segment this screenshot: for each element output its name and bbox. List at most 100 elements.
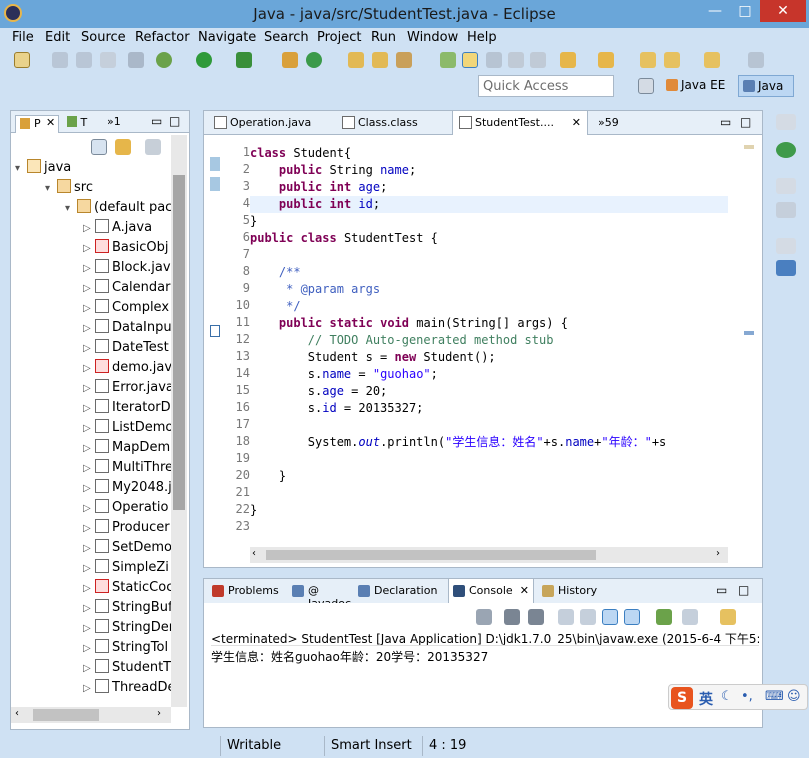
tab-overflow[interactable]: »1 [107, 115, 121, 128]
tree-item[interactable]: ▷ Calendar [83, 279, 170, 299]
console-tab[interactable]: History [538, 579, 608, 603]
collapsed-arrow-icon[interactable]: ▷ [83, 463, 95, 474]
restore-icon[interactable] [776, 114, 796, 130]
menu-edit[interactable]: Edit [45, 30, 70, 45]
editor-tab[interactable]: StudentTest.... ✕ [452, 111, 588, 135]
scroll-thumb[interactable] [173, 175, 185, 510]
restore-icon[interactable] [776, 238, 796, 254]
terminate-icon[interactable] [476, 609, 492, 625]
tree-item[interactable]: ▷ Operatio [83, 499, 168, 519]
tree-item[interactable]: ▷ StringDer [83, 619, 171, 639]
overview-marker[interactable] [744, 331, 754, 335]
show-whitespace-icon[interactable] [508, 52, 524, 68]
task-marker-icon[interactable] [210, 325, 220, 337]
maximize-view-icon[interactable]: □ [169, 114, 180, 128]
external-tools-icon[interactable] [236, 52, 252, 68]
collapsed-arrow-icon[interactable]: ▷ [83, 503, 95, 514]
expanded-arrow-icon[interactable]: ▾ [15, 163, 27, 174]
task-list-icon[interactable] [776, 202, 796, 218]
forward-icon[interactable] [704, 52, 720, 68]
tree-item[interactable]: ▷ Producer [83, 519, 170, 539]
explorer-horizontal-scrollbar[interactable]: ‹ › [11, 707, 171, 723]
scroll-thumb[interactable] [33, 709, 99, 721]
collapsed-arrow-icon[interactable]: ▷ [83, 383, 95, 394]
sogou-logo-icon[interactable]: S [671, 687, 693, 709]
maximize-view-icon[interactable]: □ [740, 115, 751, 129]
tree-item[interactable]: ▷ StringBuf [83, 599, 171, 619]
tree-item[interactable]: ▷ A.java [83, 219, 152, 239]
quick-access-input[interactable]: Quick Access [478, 75, 614, 97]
console-output[interactable]: 学生信息：姓名guohao年龄：20学号：20135327 [211, 648, 759, 665]
scroll-thumb[interactable] [266, 550, 596, 560]
collapsed-arrow-icon[interactable]: ▷ [83, 403, 95, 414]
chevron-right-icon[interactable]: › [716, 548, 720, 559]
code-area[interactable]: class Student{ public String name; publi… [250, 137, 728, 547]
prev-annotation-icon[interactable] [598, 52, 614, 68]
restore-icon[interactable] [776, 178, 796, 194]
highlight-icon[interactable] [462, 52, 478, 68]
tree-item[interactable]: ▷ BasicObj [83, 239, 169, 259]
scroll-lock-icon[interactable] [580, 609, 596, 625]
tree-item[interactable]: ▷ DataInpu [83, 319, 171, 339]
tree-item[interactable]: ▷ Error.java [83, 379, 171, 399]
debug-icon[interactable] [156, 52, 172, 68]
tree-item[interactable]: ▷ StringTol [83, 639, 168, 659]
menu-search[interactable]: Search [264, 30, 309, 45]
close-icon[interactable]: ✕ [520, 584, 529, 597]
outline-icon[interactable] [776, 142, 796, 158]
tree-item[interactable]: ▷ StaticCoc [83, 579, 171, 599]
menu-window[interactable]: Window [407, 30, 458, 45]
toggle-mark-icon[interactable] [440, 52, 456, 68]
maximize-view-icon[interactable]: □ [738, 583, 749, 597]
tree-item[interactable]: ▷ SimpleZi [83, 559, 169, 579]
collapsed-arrow-icon[interactable]: ▷ [83, 363, 95, 374]
open-perspective-icon[interactable] [638, 78, 654, 94]
tree-item[interactable]: ▷ StudentT [83, 659, 171, 679]
collapsed-arrow-icon[interactable]: ▷ [83, 563, 95, 574]
last-edit-icon[interactable] [640, 52, 656, 68]
tree-item[interactable]: ▷ Complex [83, 299, 169, 319]
collapsed-arrow-icon[interactable]: ▷ [83, 683, 95, 694]
collapsed-arrow-icon[interactable]: ▷ [83, 443, 95, 454]
skip-breakpoints-icon[interactable] [128, 52, 144, 68]
console-tab[interactable]: @ Javadoc [288, 579, 352, 610]
open-type-icon[interactable] [348, 52, 364, 68]
keyboard-icon[interactable]: ⌨ [765, 689, 784, 704]
save-all-icon[interactable] [76, 52, 92, 68]
tree-item[interactable]: ▷ MapDem [83, 439, 170, 459]
collapsed-arrow-icon[interactable]: ▷ [83, 243, 95, 254]
tree-item[interactable]: ▷ MultiThre [83, 459, 171, 479]
expanded-arrow-icon[interactable]: ▾ [45, 183, 57, 194]
overview-marker[interactable] [744, 145, 754, 149]
collapsed-arrow-icon[interactable]: ▷ [83, 543, 95, 554]
pin-console-icon[interactable] [656, 609, 672, 625]
editor-tab[interactable]: Operation.java [208, 111, 332, 135]
tree-item[interactable]: ▾ src [45, 179, 93, 199]
menu-source[interactable]: Source [81, 30, 126, 45]
punctuation-icon[interactable]: •, [741, 689, 753, 704]
block-selection-icon[interactable] [486, 52, 502, 68]
menu-navigate[interactable]: Navigate [198, 30, 256, 45]
console-tab[interactable]: Console ✕ [448, 579, 534, 603]
user-icon[interactable]: ☺ [787, 689, 801, 704]
collapsed-arrow-icon[interactable]: ▷ [83, 263, 95, 274]
chevron-left-icon[interactable]: ‹ [252, 548, 256, 559]
collapsed-arrow-icon[interactable]: ▷ [83, 323, 95, 334]
menu-run[interactable]: Run [371, 30, 396, 45]
tree-item[interactable]: ▷ Block.jav [83, 259, 171, 279]
close-button[interactable]: ✕ [760, 0, 806, 22]
open-console-icon[interactable] [720, 609, 736, 625]
new-class-icon[interactable] [306, 52, 322, 68]
minimize-view-icon[interactable]: ▭ [716, 583, 727, 597]
collapsed-arrow-icon[interactable]: ▷ [83, 523, 95, 534]
menu-file[interactable]: File [12, 30, 34, 45]
collapsed-arrow-icon[interactable]: ▷ [83, 603, 95, 614]
collapsed-arrow-icon[interactable]: ▷ [83, 223, 95, 234]
tree-item[interactable]: ▾ java [15, 159, 71, 179]
pilcrow-icon[interactable] [530, 52, 546, 68]
console-tab[interactable]: Problems [208, 579, 286, 603]
pin-editor-icon[interactable] [748, 52, 764, 68]
tree-item[interactable]: ▾ (default pack [65, 199, 171, 219]
close-icon[interactable]: ✕ [572, 116, 581, 129]
collapsed-arrow-icon[interactable]: ▷ [83, 623, 95, 634]
